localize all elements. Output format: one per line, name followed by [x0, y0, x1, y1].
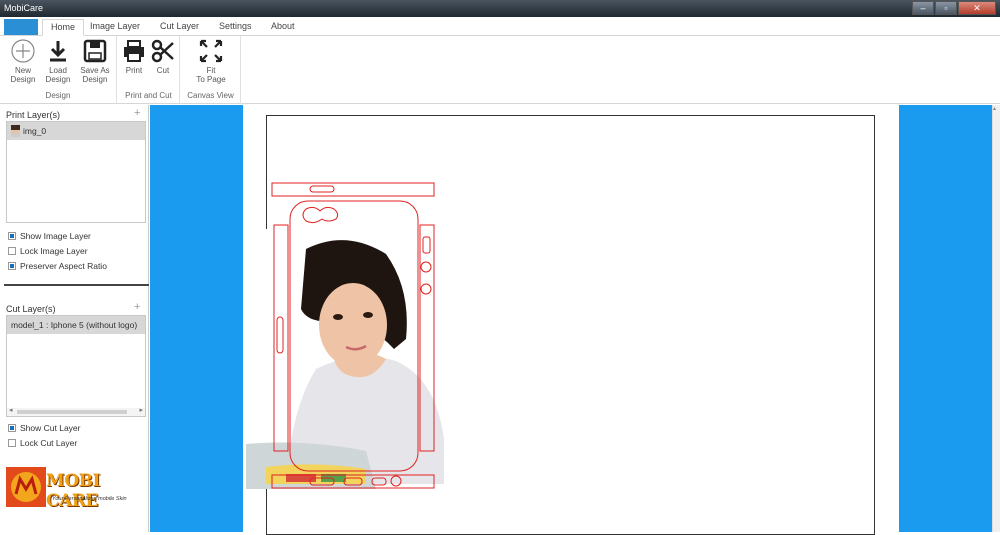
checkbox-label: Lock Cut Layer — [20, 438, 78, 448]
back-panel-outline — [289, 200, 419, 472]
add-cut-layer-icon[interactable]: + — [134, 301, 140, 313]
title-bar: MobiCare – ▫ ✕ — [0, 0, 1000, 17]
design-group-caption: Design — [45, 91, 71, 100]
panel-divider — [4, 284, 149, 286]
design-group: New Design Load Design Save As Design De… — [0, 36, 117, 104]
save-label: Save As — [80, 66, 110, 75]
tab-settings[interactable]: Settings — [211, 19, 260, 36]
checkbox-box[interactable] — [8, 262, 16, 270]
plus-circle-icon — [11, 39, 35, 63]
volume-up-cutout — [420, 261, 432, 273]
maximize-button[interactable]: ▫ — [935, 1, 957, 15]
fit-to-page-button[interactable]: Fit To Page — [193, 38, 229, 84]
design-canvas[interactable] — [150, 105, 992, 535]
cut-button[interactable]: Cut — [150, 38, 176, 75]
print-layer-label: img_0 — [23, 126, 47, 136]
new-design-button[interactable]: New Design — [6, 38, 40, 84]
list-item[interactable]: model_1 : Iphone 5 (without logo) — [7, 316, 145, 334]
jack-cutout — [390, 475, 402, 487]
load-design-button[interactable]: Load Design — [42, 38, 74, 84]
scroll-thumb[interactable] — [17, 410, 127, 414]
ribbon-tab-bar: Home Image Layer Cut Layer Settings Abou… — [0, 17, 1000, 36]
volume-down-cutout — [420, 283, 432, 295]
tab-about[interactable]: About — [263, 19, 303, 36]
camera-cutout — [302, 206, 339, 224]
horizontal-scrollbar[interactable]: ◂ ▸ — [7, 406, 145, 416]
print-button[interactable]: Print — [121, 38, 147, 75]
port-cutout — [343, 477, 363, 486]
logo-tagline: Your Personalized mobile Skin — [52, 496, 127, 502]
canvas-margin-right — [899, 105, 992, 532]
save-label-2: Design — [82, 75, 108, 84]
checkbox-box[interactable] — [8, 439, 16, 447]
show-cut-layer-checkbox[interactable]: Show Cut Layer — [8, 423, 80, 433]
file-menu-button[interactable] — [4, 19, 38, 35]
expand-icon — [199, 39, 223, 63]
mic-cutout — [371, 477, 387, 486]
print-label: Print — [125, 66, 143, 75]
lock-cut-layer-checkbox[interactable]: Lock Cut Layer — [8, 438, 77, 448]
scroll-right-icon[interactable]: ▸ — [139, 406, 143, 414]
show-image-layer-checkbox[interactable]: Show Image Layer — [8, 231, 91, 241]
printer-icon — [124, 40, 144, 62]
fit-label-2: To Page — [196, 75, 226, 84]
new-label: New — [14, 66, 31, 75]
logo-wordmark: MOBI CARE — [46, 471, 100, 511]
list-item[interactable]: img_0 — [7, 122, 145, 140]
canvas-view-group: Fit To Page Canvas View — [181, 36, 241, 104]
preserve-aspect-ratio-checkbox[interactable]: Preserver Aspect Ratio — [8, 261, 107, 271]
lock-image-layer-checkbox[interactable]: Lock Image Layer — [8, 246, 88, 256]
add-print-layer-icon[interactable]: + — [134, 107, 140, 119]
layers-panel: Print Layer(s) + img_0 Show Image Layer … — [0, 105, 149, 532]
mobicare-logo: MOBI CARE Your Personalized mobile Skin — [6, 467, 146, 511]
save-icon — [83, 39, 107, 63]
save-as-design-button[interactable]: Save As Design — [76, 38, 114, 84]
checkbox-box[interactable] — [8, 232, 16, 240]
switch-cutout — [422, 236, 431, 254]
logo-emblem-icon — [6, 467, 46, 507]
checkbox-label: Show Cut Layer — [20, 423, 81, 433]
tab-home[interactable]: Home — [42, 19, 85, 36]
window-title: MobiCare — [4, 3, 44, 13]
right-edge-strip — [419, 224, 435, 452]
left-edge-strip — [273, 224, 289, 452]
checkbox-box[interactable] — [8, 247, 16, 255]
speaker-cutout — [309, 477, 335, 486]
scroll-left-icon[interactable]: ◂ — [9, 406, 13, 414]
load-label: Load — [49, 66, 67, 75]
print-cut-group-caption: Print and Cut — [125, 91, 172, 100]
print-layers-list[interactable]: img_0 — [6, 121, 146, 223]
minimize-button[interactable]: – — [912, 1, 934, 15]
checkbox-label: Show Image Layer — [20, 231, 91, 241]
fit-label: Fit — [206, 66, 216, 75]
checkbox-label: Lock Image Layer — [20, 246, 88, 256]
scroll-up-icon[interactable]: ▴ — [993, 105, 996, 112]
new-label-2: Design — [10, 75, 36, 84]
iphone-5-cut-outline[interactable] — [270, 181, 440, 491]
print-cut-group: Print Cut Print and Cut — [118, 36, 180, 104]
tab-image-layer[interactable]: Image Layer — [82, 19, 148, 36]
volume-cutout — [276, 316, 284, 354]
bottom-edge-strip — [271, 474, 435, 489]
top-edge-strip — [271, 182, 435, 197]
top-button-cutout — [309, 185, 335, 193]
load-label-2: Design — [45, 75, 71, 84]
tab-cut-layer[interactable]: Cut Layer — [152, 19, 207, 36]
checkbox-box[interactable] — [8, 424, 16, 432]
cut-layers-list[interactable]: model_1 : Iphone 5 (without logo) ◂ ▸ — [6, 315, 146, 417]
ribbon: New Design Load Design Save As Design De… — [0, 36, 1000, 104]
vertical-scrollbar[interactable]: ▴ — [992, 105, 1000, 532]
download-icon — [50, 41, 66, 62]
canvas-margin-left — [150, 105, 243, 532]
image-thumbnail-icon — [11, 125, 20, 137]
scissors-icon — [151, 39, 174, 63]
cut-label: Cut — [156, 66, 170, 75]
checkbox-label: Preserver Aspect Ratio — [20, 261, 107, 271]
print-layers-title: Print Layer(s) — [6, 110, 61, 120]
close-button[interactable]: ✕ — [958, 1, 996, 15]
cut-layers-title: Cut Layer(s) — [6, 304, 56, 314]
canvas-view-group-caption: Canvas View — [187, 91, 234, 100]
